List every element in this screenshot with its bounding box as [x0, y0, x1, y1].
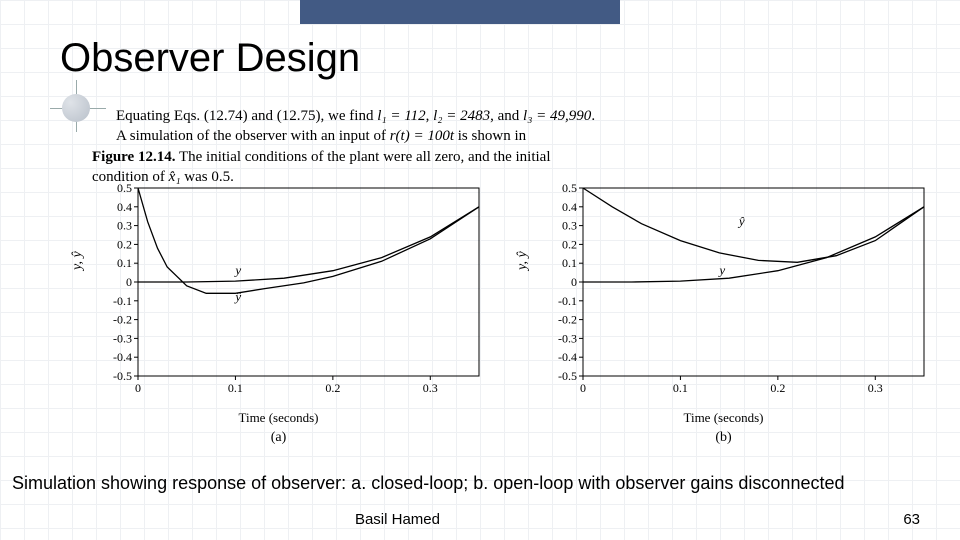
- svg-text:0.2: 0.2: [117, 237, 132, 251]
- svg-text:0.1: 0.1: [562, 256, 577, 270]
- svg-text:0.4: 0.4: [562, 200, 577, 214]
- chart-a-svg: -0.5 -0.4 -0.3 -0.2 -0.1 0 0.1 0.2 0.3 0.4 0.5 0 0.1…: [106, 180, 487, 400]
- figure-caption: Simulation showing response of observer:…: [12, 473, 948, 494]
- svg-text:0.5: 0.5: [562, 181, 577, 195]
- svg-text:0.2: 0.2: [770, 381, 785, 395]
- svg-text:0.3: 0.3: [562, 219, 577, 233]
- chart-a-sublabel: (a): [70, 430, 487, 446]
- chart-a-ylabel: y, ŷ: [70, 251, 86, 270]
- body-line2-pre: A simulation of the observer with an inp…: [116, 128, 390, 144]
- svg-text:0.3: 0.3: [117, 219, 132, 233]
- svg-text:0: 0: [571, 275, 577, 289]
- svg-text:0.5: 0.5: [117, 181, 132, 195]
- l1-value: l₁ = 112: [377, 108, 425, 124]
- chart-b-svg: -0.5 -0.4 -0.3 -0.2 -0.1 0 0.1 0.2 0.3 0.4 0.5 0 0.1…: [551, 180, 932, 400]
- l2-value: l₂ = 2483: [433, 108, 490, 124]
- svg-text:ŷ: ŷ: [737, 214, 745, 229]
- svg-text:ŷ: ŷ: [233, 289, 241, 304]
- body-line1-pre: Equating Eqs. (12.74) and (12.75), we fi…: [116, 108, 377, 124]
- svg-text:0.1: 0.1: [117, 256, 132, 270]
- title-accent: [300, 0, 620, 24]
- svg-text:0.1: 0.1: [228, 381, 243, 395]
- chart-a-xlabel: Time (seconds): [70, 410, 487, 426]
- svg-text:-0.2: -0.2: [558, 313, 577, 327]
- chart-a: y, ŷ -0.5 -0.4 -0.3 -0.2 -0.1 0 0.1 0.2 0.3 0.4 0.…: [70, 180, 487, 460]
- charts-row: y, ŷ -0.5 -0.4 -0.3 -0.2 -0.1 0 0.1 0.2 0.3 0.4 0.…: [70, 180, 932, 460]
- svg-text:-0.4: -0.4: [113, 350, 132, 364]
- chart-b-sublabel: (b): [515, 430, 932, 446]
- body-paragraph: Equating Eqs. (12.74) and (12.75), we fi…: [92, 106, 912, 187]
- rt-value: r(t) = 100t: [390, 128, 454, 144]
- l3-value: l₃ = 49,990: [523, 108, 591, 124]
- chart-b-xlabel: Time (seconds): [515, 410, 932, 426]
- svg-text:0.3: 0.3: [868, 381, 883, 395]
- chart-b: y, ŷ -0.5 -0.4 -0.3 -0.2 -0.1 0 0.1 0.2 0.3 0.4 0.…: [515, 180, 932, 460]
- svg-text:0.4: 0.4: [117, 200, 132, 214]
- svg-text:-0.5: -0.5: [558, 369, 577, 383]
- svg-text:y: y: [717, 262, 725, 277]
- svg-text:-0.1: -0.1: [558, 294, 577, 308]
- svg-text:-0.3: -0.3: [558, 331, 577, 345]
- svg-text:y: y: [233, 262, 241, 277]
- footer-author: Basil Hamed: [0, 511, 440, 528]
- figure-ref: Figure 12.14.: [92, 149, 175, 165]
- svg-text:0: 0: [126, 275, 132, 289]
- svg-text:0: 0: [135, 381, 141, 395]
- svg-text:0: 0: [580, 381, 586, 395]
- svg-text:-0.2: -0.2: [113, 313, 132, 327]
- svg-text:0.2: 0.2: [325, 381, 340, 395]
- body-line2-post: is shown in: [458, 128, 526, 144]
- title-bar: [0, 0, 960, 24]
- svg-text:-0.1: -0.1: [113, 294, 132, 308]
- body-line3b: The initial conditions of the plant were…: [179, 149, 551, 165]
- svg-text:-0.4: -0.4: [558, 350, 577, 364]
- svg-text:0.1: 0.1: [673, 381, 688, 395]
- slide-title: Observer Design: [60, 36, 360, 81]
- svg-text:0.2: 0.2: [562, 237, 577, 251]
- svg-text:-0.5: -0.5: [113, 369, 132, 383]
- footer-page: 63: [903, 511, 920, 528]
- svg-text:0.3: 0.3: [423, 381, 438, 395]
- svg-text:-0.3: -0.3: [113, 331, 132, 345]
- chart-b-ylabel: y, ŷ: [515, 251, 531, 270]
